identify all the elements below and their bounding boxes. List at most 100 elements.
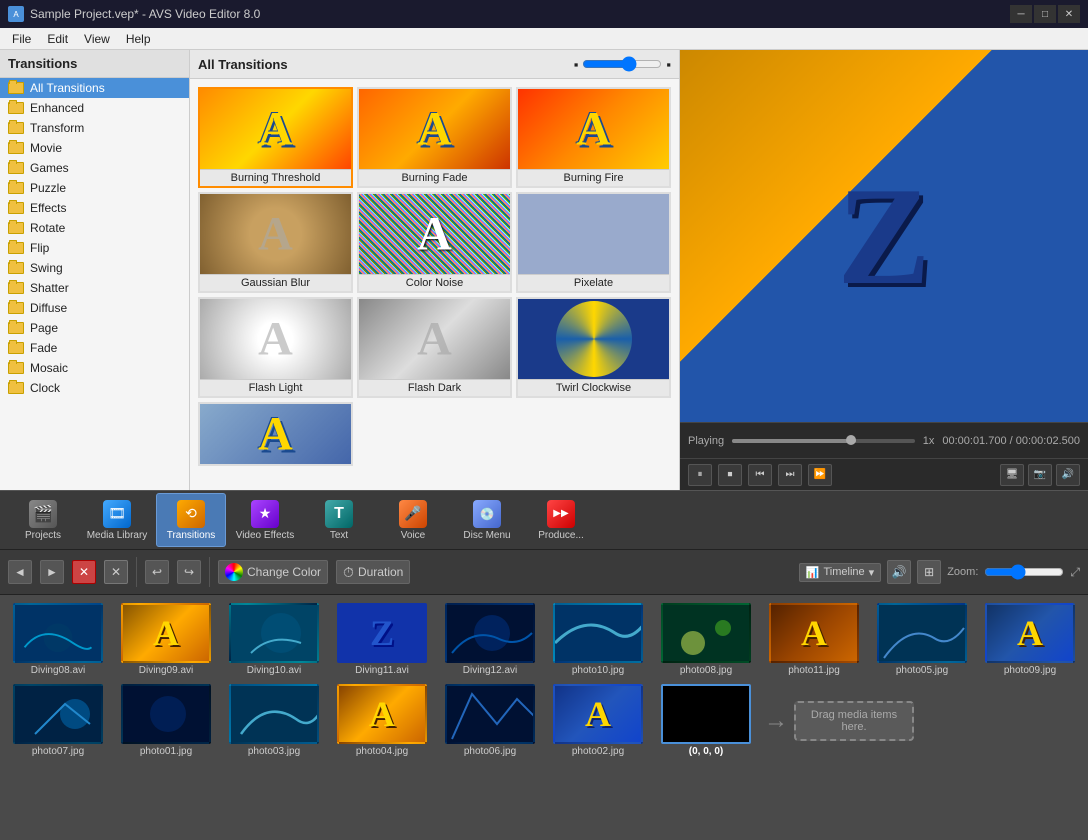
- redo-button[interactable]: ↪: [177, 560, 201, 584]
- camera-button[interactable]: 📷: [1028, 464, 1052, 486]
- nav-fwd-button[interactable]: ►: [40, 560, 64, 584]
- menu-file[interactable]: File: [4, 30, 39, 48]
- center-panel: All Transitions ▪ ▪ A Burning Threshold: [190, 50, 680, 490]
- playback-slider[interactable]: [732, 439, 915, 443]
- center-header-label: All Transitions: [198, 57, 288, 72]
- sidebar-item-movie[interactable]: Movie: [0, 138, 189, 158]
- zoom-slider[interactable]: [984, 564, 1064, 580]
- projects-button[interactable]: 🎬 Projects: [8, 493, 78, 547]
- grid-toggle-button[interactable]: ⊞: [917, 560, 941, 584]
- media-name-photo09: photo09.jpg: [1004, 665, 1056, 676]
- thumb-letter: A: [576, 102, 611, 157]
- folder-icon: [8, 342, 24, 354]
- media-item-photo11[interactable]: A photo11.jpg: [764, 603, 864, 676]
- next-button[interactable]: ⏭: [778, 464, 802, 486]
- media-item-diving12[interactable]: Diving12.avi: [440, 603, 540, 676]
- transport-right: 🖥 📷 🔊: [1000, 464, 1080, 486]
- transition-burning-fire[interactable]: A Burning Fire: [516, 87, 671, 188]
- media-item-diving09[interactable]: A Diving09.avi: [116, 603, 216, 676]
- bottom-panel: ◄ ► ✕ ✕ ↩ ↪ Change Color ⏱ Duration 📊 Ti…: [0, 550, 1088, 840]
- text-button[interactable]: T Text: [304, 493, 374, 547]
- screenshot-button[interactable]: 🖥: [1000, 464, 1024, 486]
- transition-flash-dark[interactable]: A Flash Dark: [357, 297, 512, 398]
- duration-button[interactable]: ⏱ Duration: [336, 560, 410, 584]
- media-item-photo10[interactable]: photo10.jpg: [548, 603, 648, 676]
- media-item-photo08[interactable]: photo08.jpg: [656, 603, 756, 676]
- stop-button[interactable]: ⏹: [718, 464, 742, 486]
- drag-zone[interactable]: Drag media items here.: [794, 701, 914, 741]
- video-effects-button[interactable]: ★ Video Effects: [230, 493, 300, 547]
- menu-edit[interactable]: Edit: [39, 30, 76, 48]
- pause-button[interactable]: ⏸: [688, 464, 712, 486]
- transition-burning-fade[interactable]: A Burning Fade: [357, 87, 512, 188]
- transition-gaussian-blur[interactable]: A Gaussian Blur: [198, 192, 353, 293]
- sidebar-item-flip[interactable]: Flip: [0, 238, 189, 258]
- sidebar-item-page[interactable]: Page: [0, 318, 189, 338]
- transition-flash-light[interactable]: A Flash Light: [198, 297, 353, 398]
- sidebar-item-puzzle[interactable]: Puzzle: [0, 178, 189, 198]
- sidebar-item-transform[interactable]: Transform: [0, 118, 189, 138]
- forward-button[interactable]: ⏩: [808, 464, 832, 486]
- media-item-photo09[interactable]: A photo09.jpg: [980, 603, 1080, 676]
- volume-button[interactable]: 🔊: [1056, 464, 1080, 486]
- close-button[interactable]: ✕: [1058, 5, 1080, 23]
- audio-button[interactable]: 🔊: [887, 560, 911, 584]
- prev-button[interactable]: ⏮: [748, 464, 772, 486]
- undo-button[interactable]: ↩: [145, 560, 169, 584]
- transition-color-noise[interactable]: A Color Noise: [357, 192, 512, 293]
- media-thumb-photo05: [877, 603, 967, 663]
- sidebar-item-swing[interactable]: Swing: [0, 258, 189, 278]
- view-toggle-button[interactable]: 📊 Timeline ▾: [799, 563, 881, 582]
- transition-pixelate[interactable]: Pixelate: [516, 192, 671, 293]
- produce-button[interactable]: ▶▶ Produce...: [526, 493, 596, 547]
- transition-twirl-clockwise[interactable]: Twirl Clockwise: [516, 297, 671, 398]
- media-item-diving08[interactable]: Diving08.avi: [8, 603, 108, 676]
- menu-bar: File Edit View Help f t ▶: [0, 28, 1088, 50]
- nav-back-button[interactable]: ◄: [8, 560, 32, 584]
- nav-cancel2-button[interactable]: ✕: [104, 560, 128, 584]
- minimize-button[interactable]: ─: [1010, 5, 1032, 23]
- small-grid-icon: ▪: [574, 57, 579, 72]
- sidebar-item-effects[interactable]: Effects: [0, 198, 189, 218]
- transition-burning-threshold[interactable]: A Burning Threshold: [198, 87, 353, 188]
- disc-menu-button[interactable]: 💿 Disc Menu: [452, 493, 522, 547]
- media-item-photo04[interactable]: A photo04.jpg: [332, 684, 432, 757]
- media-item-diving10[interactable]: Diving10.avi: [224, 603, 324, 676]
- maximize-button[interactable]: □: [1034, 5, 1056, 23]
- duration-label: Duration: [358, 565, 403, 579]
- media-item-photo05[interactable]: photo05.jpg: [872, 603, 972, 676]
- thumb-letter: A: [258, 207, 293, 262]
- sidebar-item-fade[interactable]: Fade: [0, 338, 189, 358]
- grid-size-slider[interactable]: [582, 56, 662, 72]
- change-color-button[interactable]: Change Color: [218, 560, 328, 584]
- menu-view[interactable]: View: [76, 30, 118, 48]
- voice-button[interactable]: 🎤 Voice: [378, 493, 448, 547]
- media-thumb-diving08: [13, 603, 103, 663]
- media-name-photo05: photo05.jpg: [896, 665, 948, 676]
- transition-extra-1[interactable]: A: [198, 402, 353, 466]
- transitions-list: All Transitions Enhanced Transform Movie…: [0, 78, 189, 490]
- thumb-letter: A: [258, 312, 293, 367]
- sidebar-item-all-transitions[interactable]: All Transitions: [0, 78, 189, 98]
- nav-cancel-button[interactable]: ✕: [72, 560, 96, 584]
- media-item-diving11[interactable]: Z Diving11.avi: [332, 603, 432, 676]
- sidebar-item-enhanced[interactable]: Enhanced: [0, 98, 189, 118]
- sidebar-item-games[interactable]: Games: [0, 158, 189, 178]
- sidebar-item-clock[interactable]: Clock: [0, 378, 189, 398]
- sidebar-item-mosaic[interactable]: Mosaic: [0, 358, 189, 378]
- transitions-button[interactable]: ⟲ Transitions: [156, 493, 226, 547]
- media-item-photo07[interactable]: photo07.jpg: [8, 684, 108, 757]
- expand-icon[interactable]: ⤢: [1070, 565, 1080, 580]
- sidebar-item-rotate[interactable]: Rotate: [0, 218, 189, 238]
- sidebar-item-shatter[interactable]: Shatter: [0, 278, 189, 298]
- media-item-black[interactable]: (0, 0, 0): [656, 684, 756, 757]
- sidebar-item-diffuse[interactable]: Diffuse: [0, 298, 189, 318]
- media-item-photo01[interactable]: photo01.jpg: [116, 684, 216, 757]
- media-item-photo03[interactable]: photo03.jpg: [224, 684, 324, 757]
- preview-letter-z: Z: [837, 156, 930, 317]
- twirl-visual: [556, 301, 632, 377]
- media-library-button[interactable]: 🎞 Media Library: [82, 493, 152, 547]
- menu-help[interactable]: Help: [118, 30, 159, 48]
- media-item-photo02[interactable]: A photo02.jpg: [548, 684, 648, 757]
- media-item-photo06[interactable]: photo06.jpg: [440, 684, 540, 757]
